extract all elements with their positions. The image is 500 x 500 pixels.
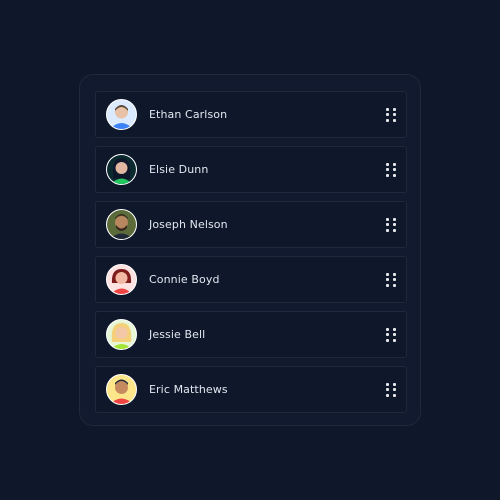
person-avatar-icon [107,375,136,404]
avatar [106,209,137,240]
person-avatar-icon [107,210,136,239]
list-item[interactable]: Joseph Nelson [95,201,407,248]
list-item[interactable]: Eric Matthews [95,366,407,413]
list-item[interactable]: Ethan Carlson [95,91,407,138]
person-avatar-icon [107,320,136,349]
user-name: Connie Boyd [149,273,220,286]
drag-handle-icon[interactable] [385,272,397,287]
sortable-list-panel: Ethan Carlson Elsie Dunn Joseph Nelson C… [79,74,421,426]
drag-handle-icon[interactable] [385,107,397,122]
drag-handle-icon[interactable] [385,382,397,397]
user-name: Eric Matthews [149,383,228,396]
avatar [106,374,137,405]
person-avatar-icon [107,265,136,294]
avatar [106,154,137,185]
avatar [106,264,137,295]
person-avatar-icon [107,100,136,129]
user-name: Ethan Carlson [149,108,228,121]
list-item[interactable]: Connie Boyd [95,256,407,303]
user-name: Joseph Nelson [149,218,228,231]
avatar [106,319,137,350]
drag-handle-icon[interactable] [385,217,397,232]
list-item[interactable]: Jessie Bell [95,311,407,358]
sortable-list: Ethan Carlson Elsie Dunn Joseph Nelson C… [95,91,407,413]
drag-handle-icon[interactable] [385,327,397,342]
drag-handle-icon[interactable] [385,162,397,177]
avatar [106,99,137,130]
list-item[interactable]: Elsie Dunn [95,146,407,193]
person-avatar-icon [107,155,136,184]
user-name: Elsie Dunn [149,163,209,176]
user-name: Jessie Bell [149,328,206,341]
